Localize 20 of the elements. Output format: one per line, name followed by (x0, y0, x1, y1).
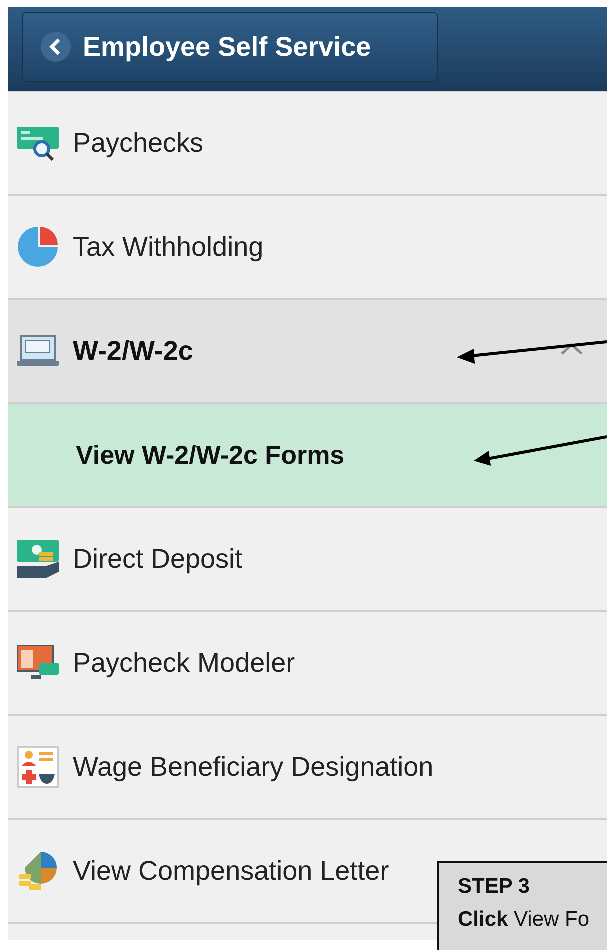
monitor-icon (17, 645, 59, 681)
collapse-icon[interactable] (560, 342, 584, 356)
menu-item[interactable]: View Compensation Letter (73, 856, 390, 886)
menu-item[interactable]: Tax Withholding (73, 232, 264, 262)
pie-chart-icon (17, 226, 59, 268)
menu-item[interactable]: Paycheck Modeler (73, 648, 296, 678)
menu-item[interactable]: Paychecks (73, 128, 204, 158)
menu-item[interactable]: View W-2/W-2c Forms (76, 440, 345, 470)
step-instruction: Click View Fo (458, 907, 591, 933)
laptop-icon (17, 335, 59, 367)
coins-pie-icon (17, 850, 59, 892)
money-hand-icon (17, 538, 59, 580)
back-icon (41, 32, 71, 62)
paycheck-search-icon (17, 125, 59, 161)
menu-item[interactable]: Wage Beneficiary Designation (73, 752, 434, 782)
menu-item[interactable]: Direct Deposit (73, 544, 243, 574)
beneficiary-icon (17, 746, 59, 788)
back-button[interactable]: Employee Self Service (22, 12, 438, 82)
step-title: STEP 3 (458, 874, 531, 900)
menu-group[interactable]: W-2/W-2c (73, 336, 194, 366)
